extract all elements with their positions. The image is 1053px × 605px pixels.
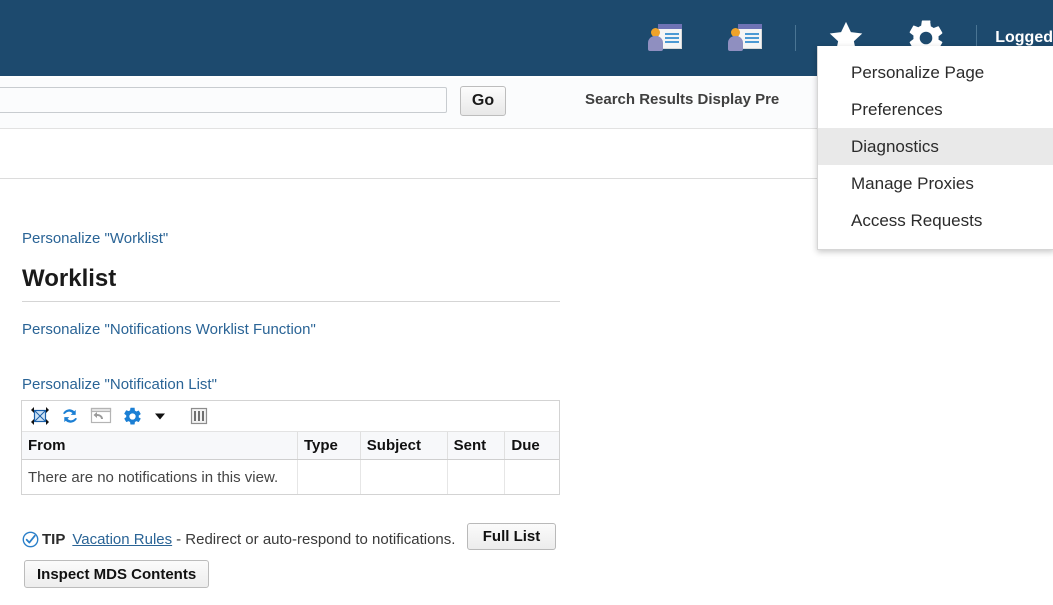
menu-item-personalize-page[interactable]: Personalize Page (818, 54, 1053, 91)
settings-dropdown-menu: Personalize Page Preferences Diagnostics… (817, 46, 1053, 250)
worklist-person-doc-icon-2[interactable] (705, 12, 785, 64)
empty-cell-sent (447, 459, 506, 494)
column-header-sent[interactable]: Sent (447, 432, 506, 460)
table-toolbar (22, 401, 559, 432)
person-document-icon (728, 23, 763, 53)
vacation-rules-link[interactable]: Vacation Rules (72, 531, 172, 548)
person-document-icon (648, 23, 683, 53)
column-header-subject[interactable]: Subject (360, 432, 448, 460)
empty-cell-type (297, 459, 361, 494)
page-title: Worklist (22, 265, 117, 292)
column-header-due[interactable]: Due (504, 432, 559, 460)
worklist-person-doc-icon-1[interactable] (625, 12, 705, 64)
search-go-button[interactable]: Go (460, 86, 506, 116)
chevron-down-icon[interactable] (153, 409, 167, 423)
notification-list-table: From Type Subject Sent Due There are no … (21, 400, 560, 495)
tip-description: - Redirect or auto-respond to notificati… (176, 531, 456, 548)
table-row: There are no notifications in this view. (22, 459, 559, 495)
refresh-icon[interactable] (60, 406, 80, 426)
inspect-mds-contents-button[interactable]: Inspect MDS Contents (24, 560, 210, 588)
empty-cell-subject (360, 459, 448, 494)
header-divider (795, 25, 797, 51)
tip-badge: TIP (42, 531, 66, 548)
menu-item-access-requests[interactable]: Access Requests (818, 202, 1053, 239)
empty-cell-due (505, 460, 559, 495)
tip-row: TIP Vacation Rules - Redirect or auto-re… (22, 531, 455, 548)
column-header-from[interactable]: From (22, 432, 298, 460)
menu-item-diagnostics[interactable]: Diagnostics (818, 128, 1053, 165)
table-header-row: From Type Subject Sent Due (22, 432, 559, 460)
notifications-table: From Type Subject Sent Due There are no … (22, 432, 559, 494)
menu-item-manage-proxies[interactable]: Manage Proxies (818, 165, 1053, 202)
undo-icon[interactable] (90, 406, 112, 426)
empty-message-cell: There are no notifications in this view. (22, 459, 298, 494)
search-results-display-preference-label: Search Results Display Pre (585, 91, 780, 108)
columns-icon[interactable] (189, 406, 209, 426)
oracle-ebs-worklist-page: Logged Personalize Page Preferences Diag… (0, 0, 1053, 605)
logged-in-label[interactable]: Logged (987, 29, 1053, 47)
gear-icon[interactable] (122, 406, 143, 427)
title-divider (22, 301, 560, 302)
menu-item-preferences[interactable]: Preferences (818, 91, 1053, 128)
full-list-button[interactable]: Full List (467, 523, 556, 550)
personalize-notifications-worklist-function-link[interactable]: Personalize "Notifications Worklist Func… (22, 321, 316, 338)
detach-icon[interactable] (30, 406, 50, 426)
search-input[interactable] (0, 87, 447, 113)
personalize-notification-list-link[interactable]: Personalize "Notification List" (22, 376, 217, 393)
tip-check-icon (22, 531, 39, 548)
personalize-worklist-link[interactable]: Personalize "Worklist" (22, 230, 168, 247)
column-header-type[interactable]: Type (297, 432, 361, 460)
